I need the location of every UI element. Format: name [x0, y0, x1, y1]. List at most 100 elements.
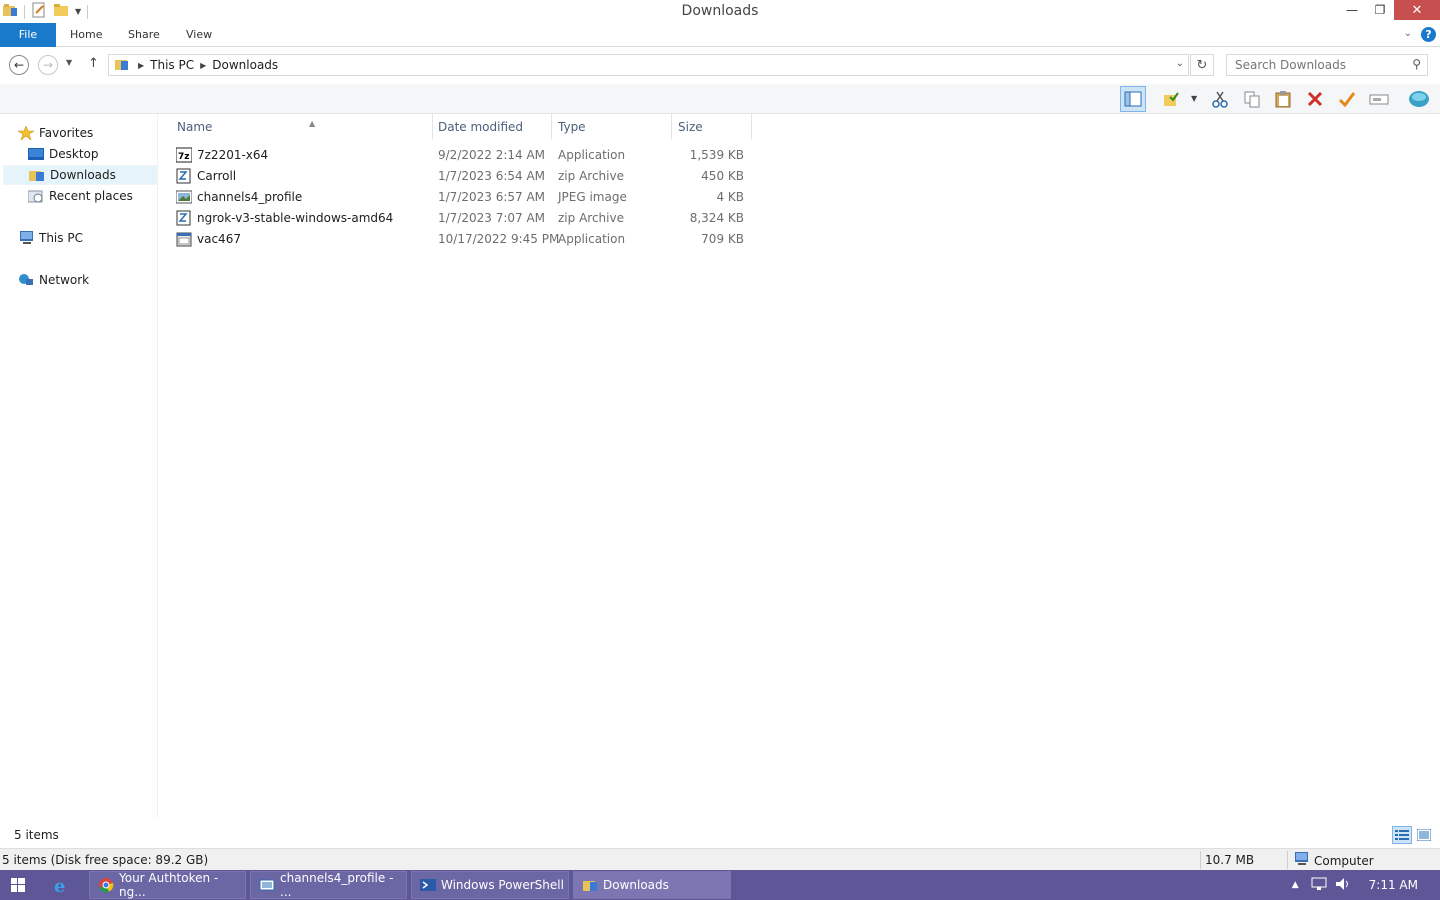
clock[interactable]: 7:11 AM — [1369, 878, 1418, 892]
address-dropdown-icon[interactable]: ⌄ — [1176, 58, 1184, 69]
volume-icon[interactable] — [1335, 877, 1351, 894]
help-icon[interactable]: ? — [1421, 27, 1436, 42]
tab-view[interactable]: View — [186, 23, 212, 47]
file-size: 450 KB — [701, 169, 744, 183]
file-size: 8,324 KB — [689, 211, 744, 225]
large-icons-view-button[interactable] — [1414, 826, 1434, 844]
image-icon — [175, 189, 193, 205]
cut-button[interactable] — [1207, 86, 1233, 112]
item-count: 5 items — [14, 828, 59, 842]
show-hidden-icons-icon[interactable]: ▲ — [1292, 880, 1299, 890]
desktop-icon — [28, 147, 44, 161]
large-icons-view-icon — [1417, 829, 1431, 841]
refresh-button[interactable]: ↻ — [1190, 54, 1214, 76]
column-header-name[interactable]: Name ▲ — [171, 114, 433, 140]
internet-explorer-icon: e — [54, 876, 65, 897]
location-zone: Computer — [1293, 852, 1374, 869]
properties-button[interactable] — [1158, 86, 1184, 112]
breadcrumb-chevron-icon[interactable]: ▶ — [138, 61, 144, 70]
checkmark-icon — [1338, 92, 1356, 108]
task-label: Your Authtoken - ng... — [119, 871, 219, 899]
column-header-size[interactable]: Size — [672, 114, 752, 140]
navigation-pane-button[interactable] — [1120, 86, 1146, 112]
internet-explorer-button[interactable]: e — [52, 876, 72, 897]
nav-downloads[interactable]: Downloads — [3, 165, 157, 185]
expand-ribbon-icon[interactable]: ⌄ — [1404, 28, 1412, 39]
nav-recent-places[interactable]: Recent places — [27, 186, 133, 206]
taskbar-photo-viewer[interactable]: channels4_profile - ... — [250, 871, 407, 899]
system-tray: ▲ 7:11 AM — [1292, 870, 1440, 900]
arrow-up-icon: ↑ — [88, 56, 99, 71]
paste-button[interactable] — [1270, 86, 1296, 112]
globe-icon — [1409, 91, 1429, 107]
minimize-button[interactable]: — — [1338, 0, 1366, 20]
file-row[interactable]: channels4_profile 1/7/2023 6:57 AM JPEG … — [175, 187, 754, 208]
recent-places-icon — [27, 189, 44, 203]
file-date: 10/17/2022 9:45 PM — [438, 232, 560, 246]
tab-file[interactable]: File — [0, 23, 56, 47]
nav-label: This PC — [39, 231, 83, 245]
window-controls: — ❐ ✕ — [1338, 0, 1440, 20]
powershell-icon — [420, 877, 436, 893]
details-divider — [1200, 851, 1201, 869]
file-date: 9/2/2022 2:14 AM — [438, 148, 546, 162]
copy-button[interactable] — [1239, 86, 1265, 112]
taskbar-chrome[interactable]: Your Authtoken - ng... — [89, 871, 246, 899]
nav-desktop[interactable]: Desktop — [28, 144, 99, 164]
taskbar-powershell[interactable]: Windows PowerShell — [411, 871, 569, 899]
recent-locations-icon[interactable]: ▼ — [66, 58, 72, 67]
rename-button[interactable] — [1366, 86, 1392, 112]
back-button[interactable]: ← — [9, 55, 29, 75]
file-row[interactable]: 7z 7z2201-x64 9/2/2022 2:14 AM Applicati… — [175, 145, 754, 166]
svg-text:e: e — [54, 876, 65, 894]
ribbon-tabs: File Home Share View ⌄ ? — [0, 23, 1440, 47]
column-header-type[interactable]: Type — [552, 114, 672, 140]
details-view-button[interactable] — [1392, 826, 1412, 844]
column-header-date-modified[interactable]: Date modified — [432, 114, 552, 140]
forward-button[interactable]: → — [38, 55, 58, 75]
address-field[interactable]: ▶ This PC ▶ Downloads ⌄ — [108, 54, 1189, 76]
search-icon[interactable]: ⚲ — [1412, 57, 1421, 71]
file-date: 1/7/2023 6:54 AM — [438, 169, 546, 183]
location-label: Computer — [1314, 853, 1374, 868]
network-button[interactable] — [1406, 86, 1432, 112]
tab-home[interactable]: Home — [70, 23, 102, 47]
search-input[interactable] — [1235, 55, 1405, 75]
up-button[interactable]: ↑ — [88, 56, 99, 71]
taskbar-downloads[interactable]: Downloads — [573, 871, 731, 899]
layout-pane-icon — [1124, 91, 1142, 107]
nav-label: Favorites — [39, 126, 94, 140]
status-bar: 5 items — [0, 824, 1440, 846]
nav-favorites[interactable]: Favorites — [16, 123, 94, 143]
details-view-icon — [1395, 830, 1409, 840]
sort-ascending-icon: ▲ — [309, 119, 316, 128]
select-button[interactable] — [1334, 86, 1360, 112]
column-label: Name — [177, 120, 213, 134]
breadcrumb-this-pc[interactable]: This PC — [150, 58, 194, 72]
restore-button[interactable]: ❐ — [1366, 0, 1394, 20]
start-button[interactable] — [11, 878, 25, 895]
close-button[interactable]: ✕ — [1394, 0, 1440, 20]
scissors-icon — [1212, 91, 1228, 108]
photo-viewer-icon — [259, 877, 275, 893]
network-status-icon[interactable] — [1311, 877, 1327, 894]
file-row[interactable]: ngrok-v3-stable-windows-amd64 1/7/2023 7… — [176, 208, 754, 229]
delete-button[interactable] — [1302, 86, 1328, 112]
file-row[interactable]: Carroll 1/7/2023 6:54 AM zip Archive 450… — [176, 166, 754, 187]
breadcrumb-chevron-icon[interactable]: ▶ — [200, 61, 206, 70]
nav-this-pc[interactable]: This PC — [18, 228, 83, 248]
file-date: 1/7/2023 6:57 AM — [438, 190, 546, 204]
file-name: vac467 — [197, 232, 241, 246]
search-box: ⚲ — [1226, 54, 1428, 76]
star-icon — [16, 125, 36, 141]
downloads-folder-icon — [29, 168, 45, 182]
breadcrumb-downloads[interactable]: Downloads — [212, 58, 278, 72]
copy-icon — [1244, 91, 1260, 108]
task-label: Windows PowerShell — [441, 878, 564, 892]
file-row[interactable]: vac467 10/17/2022 9:45 PM Application 70… — [176, 229, 754, 250]
clipboard-icon — [1275, 91, 1291, 108]
nav-network[interactable]: Network — [18, 270, 89, 290]
tab-share[interactable]: Share — [128, 23, 160, 47]
properties-dropdown-icon[interactable]: ▼ — [1191, 94, 1197, 103]
file-name: ngrok-v3-stable-windows-amd64 — [197, 211, 394, 225]
